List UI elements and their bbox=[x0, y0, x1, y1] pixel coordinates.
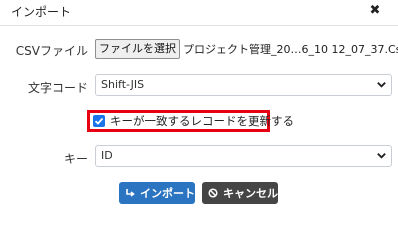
char-code-select[interactable]: Shift-JIS bbox=[95, 74, 392, 96]
import-button[interactable]: インポート bbox=[119, 182, 195, 204]
selected-file-name: プロジェクト管理_20…6_10 12_07_37.Csv bbox=[183, 43, 398, 56]
dialog-title: インポート bbox=[11, 5, 72, 19]
choose-file-button[interactable]: ファイルを選択 bbox=[95, 39, 180, 59]
key-value: ID bbox=[101, 149, 113, 162]
key-select[interactable]: ID bbox=[95, 145, 392, 167]
checkmark-icon bbox=[94, 117, 104, 125]
cancel-button-label: キャンセル bbox=[223, 187, 278, 200]
header-divider bbox=[0, 25, 398, 26]
import-button-label: インポート bbox=[140, 187, 195, 200]
close-icon[interactable]: ✖ bbox=[369, 4, 381, 18]
import-dialog: インポート ✖ CSVファイル ファイルを選択 プロジェクト管理_20…6_10… bbox=[0, 0, 398, 218]
char-code-value: Shift-JIS bbox=[101, 78, 145, 91]
key-label: キー bbox=[63, 152, 88, 166]
csv-file-input[interactable]: ファイルを選択 プロジェクト管理_20…6_10 12_07_37.Csv bbox=[95, 39, 398, 59]
update-matching-label: キーが一致するレコードを更新する bbox=[110, 114, 294, 128]
import-arrow-icon bbox=[125, 187, 135, 199]
cancel-button[interactable]: キャンセル bbox=[202, 182, 278, 204]
csv-file-label: CSVファイル bbox=[15, 44, 88, 58]
update-matching-checkbox[interactable] bbox=[93, 115, 105, 127]
char-code-label: 文字コード bbox=[27, 81, 88, 95]
update-matching-option[interactable]: キーが一致するレコードを更新する bbox=[93, 114, 294, 128]
ban-icon bbox=[208, 187, 218, 199]
chevron-down-icon bbox=[377, 82, 386, 88]
chevron-down-icon bbox=[377, 153, 386, 159]
